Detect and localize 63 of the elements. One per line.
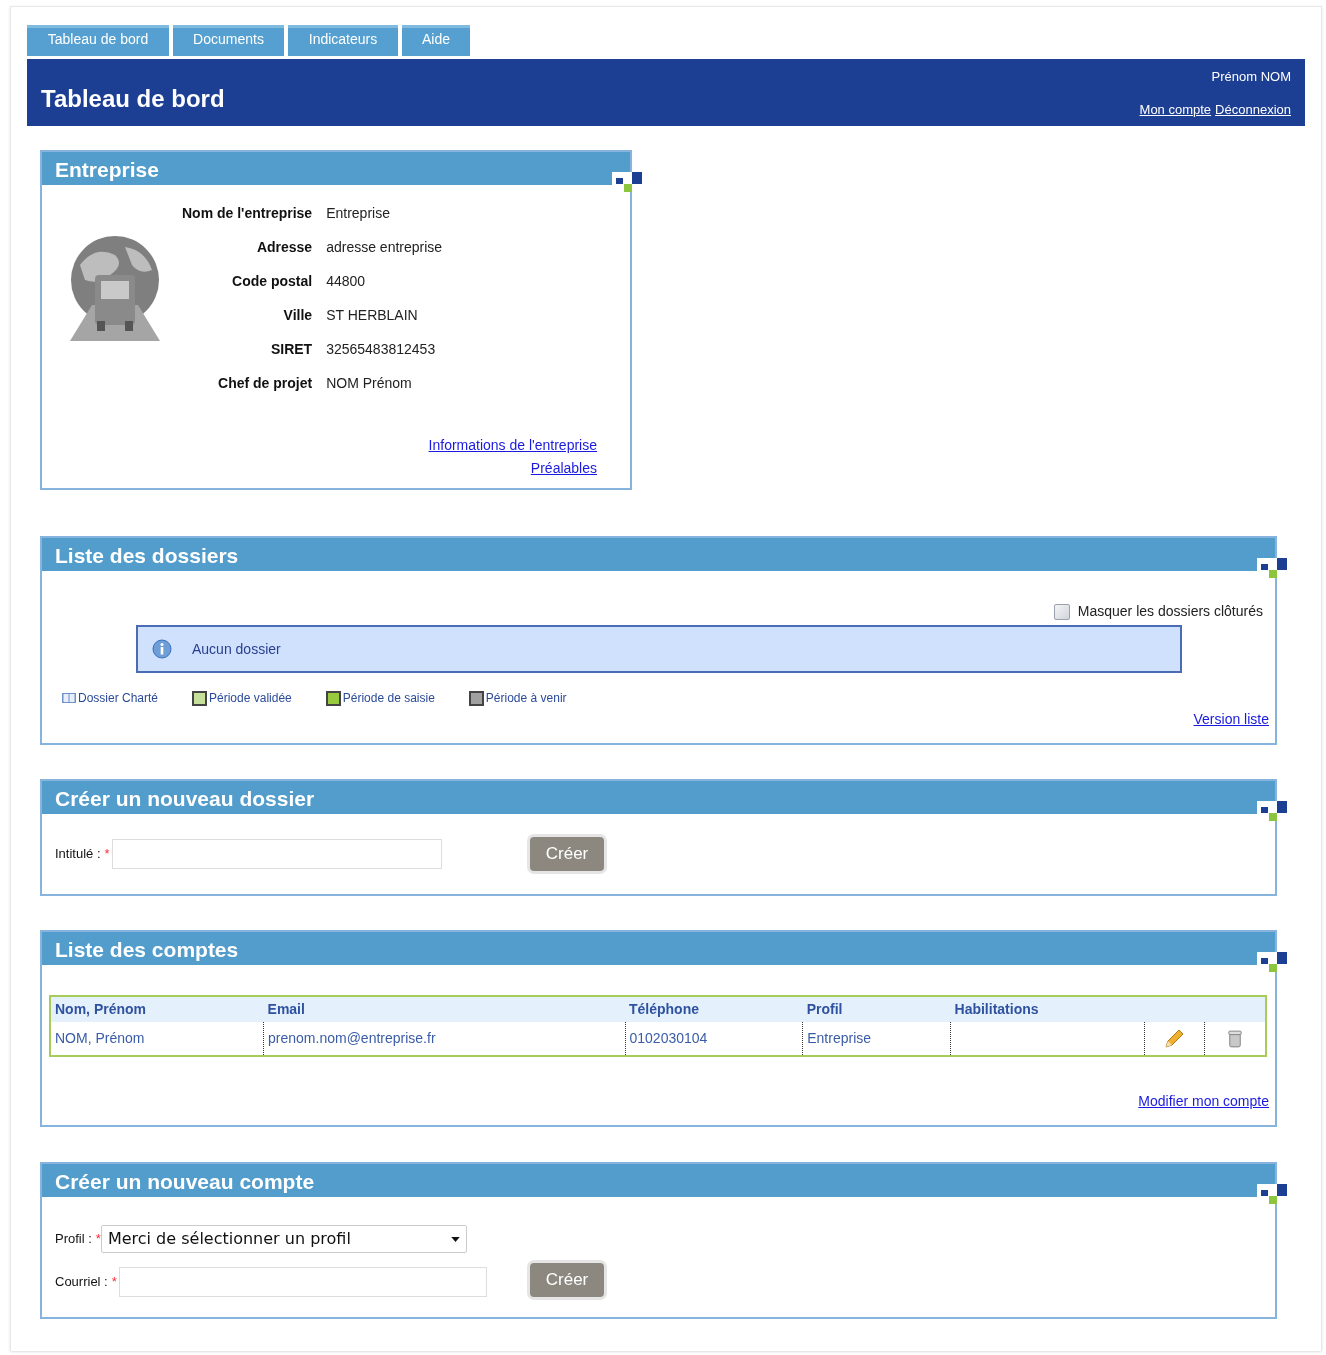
page-title: Tableau de bord [41, 84, 225, 114]
checkbox[interactable] [1053, 603, 1070, 620]
panel-title: Liste des comptes [42, 932, 1275, 965]
user-name: Prénom NOM [1211, 68, 1291, 86]
corner-squares-icon [1257, 952, 1287, 974]
corner-squares-icon [1257, 1184, 1287, 1206]
title-input[interactable] [111, 839, 442, 869]
panel-title: Créer un nouveau compte [42, 1164, 1275, 1197]
table-cell: Entreprise [802, 1022, 951, 1056]
legend-label: Période validée [209, 690, 292, 707]
column-header: Profil [802, 996, 951, 1022]
table-cell: 0102030104 [625, 1022, 803, 1056]
field-value: ST HERBLAIN [326, 306, 419, 325]
legend-label: Période à venir [485, 690, 567, 707]
create-button[interactable]: Créer [530, 837, 604, 871]
caret-icon [450, 1236, 460, 1242]
required-mark: * [104, 845, 110, 864]
legend-label: Dossier Charté [78, 690, 159, 707]
legend-label: Période de saisie [342, 690, 435, 707]
message-text: Aucun dossier [192, 639, 281, 659]
field-value: NOM Prénom [326, 374, 413, 393]
field-label: Intitulé : [55, 845, 101, 864]
field-label: SIRET [269, 340, 313, 359]
field-value: adresse entreprise [326, 238, 443, 257]
column-header: Téléphone [625, 996, 803, 1022]
email-input[interactable] [118, 1267, 487, 1297]
create-button[interactable]: Créer [530, 1263, 604, 1297]
trash-icon[interactable] [1227, 1030, 1242, 1049]
corner-squares-icon [612, 172, 642, 194]
column-header: Habilitations [950, 996, 1145, 1022]
field-label: Adresse [255, 238, 313, 257]
table-cell: NOM, Prénom [50, 1022, 264, 1056]
field-value: Entreprise [326, 204, 391, 223]
field-label: Nom de l'entreprise [182, 204, 313, 223]
required-mark: * [111, 1273, 117, 1292]
info-icon [152, 639, 172, 659]
panel-title: Liste des dossiers [42, 538, 1275, 571]
column-header: Email [263, 996, 625, 1022]
field-label: Ville [282, 306, 313, 325]
panel-title: Créer un nouveau dossier [42, 781, 1275, 814]
table-cell: prenom.nom@entreprise.fr [263, 1022, 625, 1056]
field-label: Courriel : [55, 1273, 108, 1292]
checkbox-label: Masquer les dossiers clôturés [1077, 602, 1263, 621]
field-value: 32565483812453 [326, 340, 437, 359]
header-link[interactable]: Déconnexion [1215, 99, 1291, 119]
profile-select[interactable]: Merci de sélectionner un profil [100, 1225, 467, 1253]
column-header: Nom, Prénom [50, 996, 264, 1022]
field-label: Code postal [231, 272, 313, 291]
edit-account-link[interactable]: Modifier mon compte [1138, 1091, 1269, 1112]
field-label: Profil : [55, 1230, 92, 1249]
field-value: 44800 [326, 272, 367, 291]
company-link[interactable]: Préalables [530, 458, 597, 479]
header-cell [1204, 996, 1266, 1022]
version-link[interactable]: Version liste [1193, 709, 1269, 730]
book-icon [62, 692, 76, 704]
corner-squares-icon [1257, 801, 1287, 823]
panel-title: Entreprise [42, 152, 630, 185]
required-mark: * [95, 1230, 101, 1249]
globe-truck-icon [70, 235, 160, 341]
field-label: Chef de projet [217, 374, 313, 393]
corner-squares-icon [1257, 558, 1287, 580]
company-link[interactable]: Informations de l'entreprise [428, 435, 597, 456]
header-link[interactable]: Mon compte [1139, 99, 1212, 119]
